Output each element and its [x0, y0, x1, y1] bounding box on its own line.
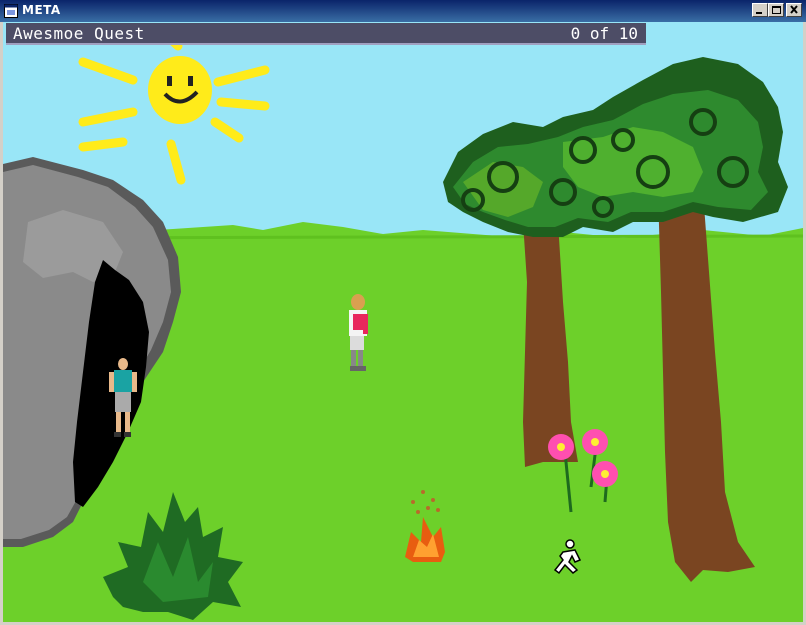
score-display: 0 of 10 — [570, 24, 638, 43]
maximize-icon — [772, 6, 781, 14]
game-viewport[interactable]: Awesmoe Quest 0 of 10 — [3, 22, 803, 622]
close-button[interactable] — [786, 3, 802, 17]
window-title: META — [22, 3, 61, 17]
minimize-icon — [756, 12, 762, 14]
window-titlebar[interactable]: META — [0, 0, 806, 22]
game-title: Awesmoe Quest — [13, 24, 145, 43]
application-window: META Awesmoe Quest 0 of 10 — [0, 0, 806, 625]
game-status-bar: Awesmoe Quest 0 of 10 — [6, 23, 646, 45]
minimize-button[interactable] — [752, 3, 768, 17]
maximize-button[interactable] — [768, 3, 784, 17]
sun-face — [148, 56, 212, 124]
game-scene[interactable] — [3, 22, 803, 622]
app-icon — [4, 4, 18, 18]
close-icon — [790, 5, 798, 14]
